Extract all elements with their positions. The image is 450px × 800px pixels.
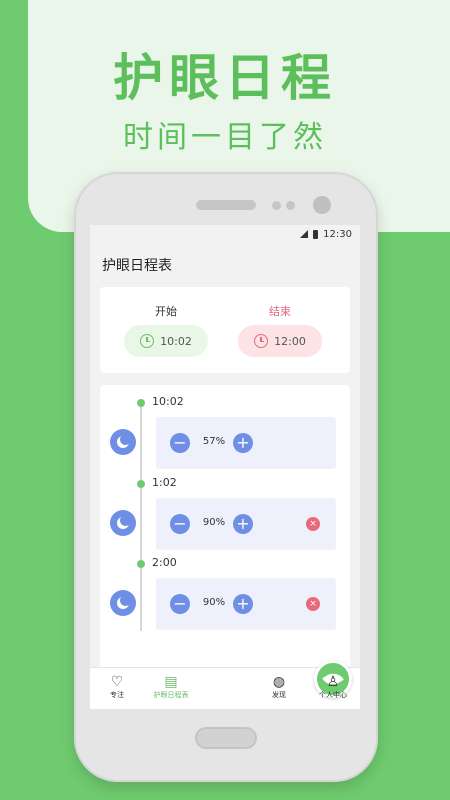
timeline-dot xyxy=(137,560,145,568)
time-range-card: 开始 结束 10:02 12:00 xyxy=(100,287,350,373)
brightness-panel: − 90% + × xyxy=(156,498,336,550)
schedule-entry: 1:02 − 90% + × xyxy=(100,466,350,550)
brightness-panel: − 57% + xyxy=(156,417,336,469)
battery-icon xyxy=(313,229,319,239)
start-time-value: 10:02 xyxy=(160,334,192,348)
tab-label: 专注 xyxy=(110,691,124,699)
heart-icon: ♡ xyxy=(110,674,124,690)
signal-icon xyxy=(300,230,309,238)
tab-focus[interactable]: ♡ 专注 xyxy=(90,668,144,709)
increase-button[interactable]: + xyxy=(233,514,253,534)
tab-discover[interactable]: ◍ 发现 xyxy=(252,668,306,709)
tab-label: 发现 xyxy=(272,691,286,699)
start-time-button[interactable]: 10:02 xyxy=(124,325,208,357)
phone-speaker xyxy=(196,200,256,210)
schedule-card: 10:02 − 57% + 1:02 − 90% + × 2:00 − 90% … xyxy=(100,385,350,675)
increase-button[interactable]: + xyxy=(233,433,253,453)
start-label: 开始 xyxy=(155,305,177,318)
clock-icon xyxy=(254,334,269,348)
brightness-value: 90% xyxy=(202,517,226,528)
phone-frame: 12:30 护眼日程表 开始 结束 10:02 12:00 10:02 − 57… xyxy=(74,172,378,782)
decrease-button[interactable]: − xyxy=(170,594,190,614)
status-time: 12:30 xyxy=(323,228,352,240)
tab-profile[interactable]: ♙ 个人中心 xyxy=(306,668,360,709)
decrease-button[interactable]: − xyxy=(170,433,190,453)
calendar-icon: ▤ xyxy=(164,674,178,690)
delete-button[interactable]: × xyxy=(306,597,320,611)
person-icon: ♙ xyxy=(326,674,340,690)
decrease-button[interactable]: − xyxy=(170,514,190,534)
phone-sensor xyxy=(286,201,295,210)
delete-button[interactable]: × xyxy=(306,517,320,531)
tab-label: 护眼日程表 xyxy=(153,691,189,699)
end-label: 结束 xyxy=(269,305,291,318)
phone-sensor xyxy=(272,201,281,210)
promo-title: 护眼日程 xyxy=(113,49,337,107)
timeline-dot xyxy=(137,399,145,407)
bottom-tab-bar: ♡ 专注 ▤ 护眼日程表 ◍ 发现 ♙ 个人中心 xyxy=(90,660,360,709)
clock-icon xyxy=(140,334,155,348)
phone-home-button xyxy=(195,727,257,749)
end-time-value: 12:00 xyxy=(274,334,306,348)
planet-icon: ◍ xyxy=(272,674,286,690)
increase-button[interactable]: + xyxy=(233,594,253,614)
tab-label: 个人中心 xyxy=(319,691,347,699)
entry-time: 1:02 xyxy=(152,476,177,489)
schedule-entry: 10:02 − 57% + xyxy=(100,385,350,469)
phone-screen: 12:30 护眼日程表 开始 结束 10:02 12:00 10:02 − 57… xyxy=(90,225,360,709)
moon-icon xyxy=(110,429,136,455)
promo-subtitle: 时间一目了然 xyxy=(123,120,327,155)
moon-icon xyxy=(110,590,136,616)
schedule-entry: 2:00 − 90% + × xyxy=(100,546,350,630)
brightness-panel: − 90% + × xyxy=(156,578,336,630)
entry-time: 10:02 xyxy=(152,395,184,408)
page-title: 护眼日程表 xyxy=(102,258,172,274)
timeline-dot xyxy=(137,480,145,488)
status-bar: 12:30 xyxy=(90,225,360,243)
end-time-button[interactable]: 12:00 xyxy=(238,325,322,357)
brightness-value: 90% xyxy=(202,597,226,608)
entry-time: 2:00 xyxy=(152,556,177,569)
brightness-value: 57% xyxy=(202,436,226,447)
moon-icon xyxy=(110,510,136,536)
phone-camera xyxy=(313,196,331,214)
tab-eye-schedule[interactable]: ▤ 护眼日程表 xyxy=(144,668,198,709)
tab-center[interactable] xyxy=(198,660,352,709)
